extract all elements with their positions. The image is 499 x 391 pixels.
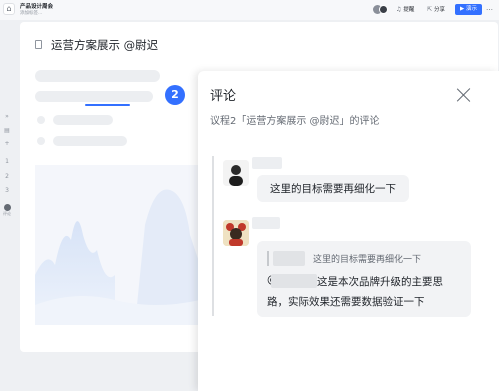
present-label: 演示 [465,6,477,12]
list-bullet [37,137,45,145]
tag-subtitle[interactable]: 添加标签... [20,10,42,16]
comment-count-badge[interactable]: 2 [165,85,185,105]
document-title: 运营方案展示 @尉迟 [51,38,159,52]
placeholder-line [35,70,160,82]
placeholder-line [53,115,113,125]
panel-subtitle: 议程2「运营方案展示 @尉迟」的评论 [210,116,380,127]
comment-bubble[interactable]: 这里的目标需要再细化一下 [257,175,409,202]
quote-bar [267,251,269,266]
agenda-item-3[interactable]: 3 [0,187,14,194]
list-bullet [37,116,45,124]
agenda-item-1[interactable]: 1 [0,158,14,165]
collaborator-avatars[interactable] [373,4,389,15]
comment-author-name [252,157,282,169]
more-icon[interactable]: … [486,4,493,13]
active-indicator [85,104,130,106]
reply-text-line1: 这是本次品牌升级的主要思 [317,276,443,288]
mentioned-user[interactable] [271,274,317,288]
top-bar: ⌂ 产品设计周会 添加标签... ♫ 提醒 ⇱ 分享 ▶ 演示 … [0,0,499,20]
comment-rail-label: 评论 [3,211,11,216]
comment-rail-button[interactable]: 评论 [0,204,14,217]
comment-author-name [252,217,280,229]
share-button[interactable]: ⇱ 分享 [427,4,445,15]
home-icon[interactable]: ⌂ [3,3,15,15]
agenda-item-2[interactable]: 2 [0,173,14,180]
avatar [379,5,388,14]
comment-icon [3,204,11,211]
panel-title: 评论 [210,89,237,104]
close-icon[interactable] [456,87,472,103]
expand-icon[interactable]: » [0,113,14,120]
person-icon [223,160,249,186]
avatar[interactable] [223,220,249,246]
add-icon[interactable]: + [0,140,14,147]
comment-bubble[interactable]: 这里的目标需要再细化一下 @ 这是本次品牌升级的主要思 路，实际效果还需要数据验… [257,241,471,317]
quoted-text: 这里的目标需要再细化一下 [313,255,422,265]
outline-icon[interactable]: ▤ [0,127,14,134]
avatar[interactable] [223,160,249,186]
share-label: 分享 [434,7,446,13]
placeholder-line [53,136,127,146]
quoted-author-name [273,251,305,266]
landscape-illustration [35,189,200,325]
placeholder-line [35,91,153,102]
document-image [35,165,200,325]
doc-icon [35,40,42,49]
present-button[interactable]: ▶ 演示 [455,4,482,15]
comments-panel: 评论 议程2「运营方案展示 @尉迟」的评论 这里的目标需要再细化一下 这里的目标… [198,71,499,391]
reply-text-line2: 路，实际效果还需要数据验证一下 [267,296,425,308]
person-icon [223,220,249,246]
bell-icon: ♫ [396,6,402,13]
mention-button[interactable]: ♫ 提醒 [396,4,414,15]
left-rail: » ▤ + 1 2 3 评论 [0,20,14,391]
app-title: 产品设计周会 [20,4,54,10]
mention-label: 提醒 [403,7,415,13]
thread-line [212,156,214,316]
share-icon: ⇱ [427,6,433,13]
